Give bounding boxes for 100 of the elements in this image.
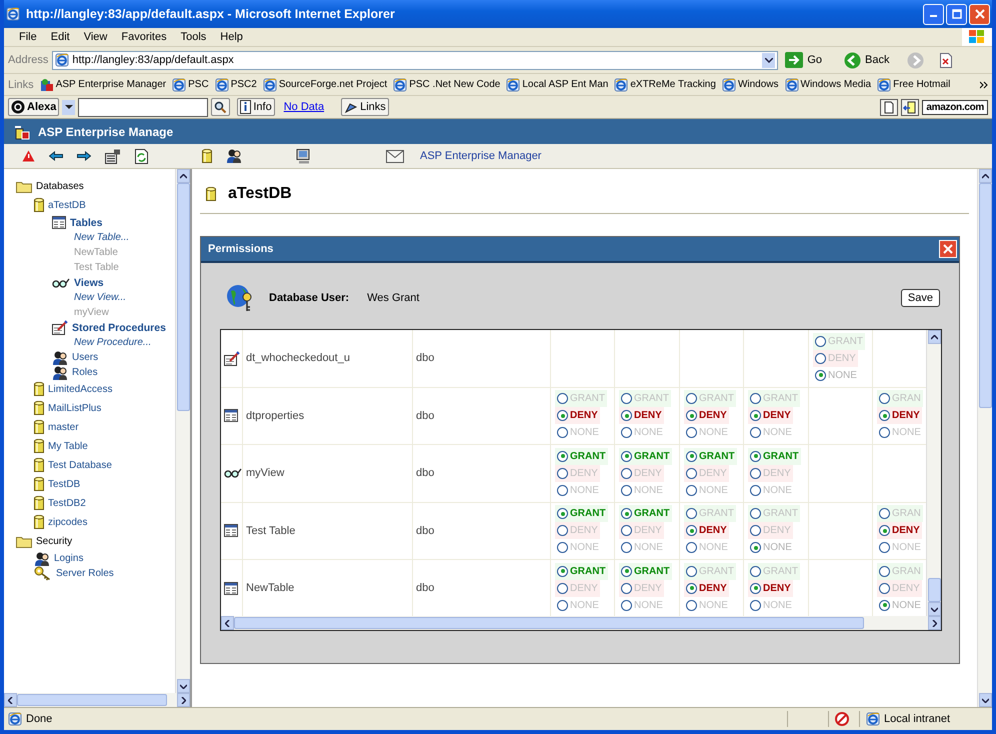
radio-button[interactable] [686,393,697,404]
tree-item[interactable]: TestDB [34,475,175,494]
scrollbar[interactable] [221,616,941,630]
tree-item[interactable]: MailListPlus [34,399,175,418]
scroll-down-button[interactable] [928,602,941,616]
page-icon[interactable] [901,98,920,116]
radio-button[interactable] [557,450,568,462]
radio-button[interactable] [686,566,697,577]
permission-option[interactable]: DENY [684,407,729,424]
radio-button[interactable] [686,427,697,438]
radio-button[interactable] [557,410,568,422]
link-item[interactable]: PSC .Net New Code [393,78,500,92]
permission-option[interactable]: DENY [619,407,664,424]
maximize-button[interactable] [946,4,967,24]
radio-button[interactable] [750,525,761,536]
tree-item[interactable]: Roles [52,365,175,380]
tree-item[interactable]: aTestDB [34,196,175,215]
radio-button[interactable] [750,468,761,479]
menu-item[interactable]: Favorites [114,31,174,43]
radio-button[interactable] [621,410,632,422]
radio-button[interactable] [879,393,890,404]
back-arrow-icon[interactable] [49,151,63,161]
radio-button[interactable] [879,542,890,554]
tree-item[interactable]: zipcodes [34,513,175,532]
radio-button[interactable] [879,582,890,594]
tree-item[interactable]: Logins [34,551,175,566]
radio-button[interactable] [750,393,761,404]
radio-button[interactable] [686,450,697,462]
radio-button[interactable] [686,508,697,520]
radio-button[interactable] [686,542,697,554]
close-button[interactable] [939,240,957,258]
search-field[interactable] [78,98,208,116]
radio-button[interactable] [879,566,890,577]
permission-option[interactable]: DENY [684,522,729,540]
radio-button[interactable] [879,600,890,611]
radio-button[interactable] [815,370,826,381]
tree-item[interactable]: My Table [34,437,175,456]
radio-button[interactable] [686,525,697,536]
radio-button[interactable] [557,508,568,520]
permission-option[interactable]: GRANT [619,505,672,522]
tree-item[interactable]: Stored Procedures [52,320,175,335]
radio-button[interactable] [750,566,761,577]
radio-button[interactable] [621,542,632,554]
scroll-up-button[interactable] [176,169,190,183]
radio-button[interactable] [750,542,761,554]
radio-button[interactable] [621,484,632,496]
no-data-link[interactable]: No Data [278,101,330,113]
scroll-left-button[interactable] [4,693,17,707]
amazon-logo[interactable]: amazon.com [922,100,988,114]
radio-button[interactable] [557,427,568,438]
radio-button[interactable] [750,508,761,520]
scroll-left-button[interactable] [221,616,234,630]
permission-option[interactable]: GRANT [619,562,672,580]
radio-button[interactable] [750,427,761,438]
menu-item[interactable]: File [12,31,44,43]
scroll-up-button[interactable] [928,330,941,344]
scroll-thumb[interactable] [234,617,864,629]
tree-item[interactable]: Server Roles [34,566,175,581]
tree-item[interactable]: Users [52,350,175,365]
scroll-up-button[interactable] [978,169,992,183]
permission-option[interactable]: DENY [877,522,922,540]
tree-item[interactable]: Views [52,275,175,290]
radio-button[interactable] [621,600,632,611]
scroll-right-button[interactable] [177,693,190,707]
tree-item[interactable]: New View... [52,290,175,305]
link-item[interactable]: SourceForge.net Project [262,78,388,92]
radio-button[interactable] [557,542,568,554]
radio-button[interactable] [557,582,568,594]
minimize-button[interactable] [923,4,944,24]
scroll-right-button[interactable] [928,616,941,630]
radio-button[interactable] [686,410,697,422]
radio-button[interactable] [750,600,761,611]
radio-button[interactable] [557,525,568,536]
forward-arrow-icon[interactable] [77,151,91,161]
radio-button[interactable] [879,410,890,422]
radio-button[interactable] [557,393,568,404]
app-link[interactable]: ASP Enterprise Manager [386,150,542,162]
radio-button[interactable] [815,352,826,364]
radio-button[interactable] [686,582,697,594]
refresh-icon[interactable] [135,148,148,164]
menu-item[interactable]: Edit [44,31,77,43]
stop-icon[interactable] [940,52,952,68]
permission-option[interactable]: GRANT [555,562,608,580]
scroll-thumb[interactable] [176,183,190,411]
radio-button[interactable] [557,484,568,496]
radio-button[interactable] [686,484,697,496]
link-item[interactable]: Windows [722,78,779,92]
radio-button[interactable] [879,525,890,536]
permission-option[interactable]: DENY [748,580,793,597]
tree-item[interactable]: New Procedure... [52,335,175,350]
menu-item[interactable]: Tools [174,31,214,43]
tree-item[interactable]: TestDB2 [34,494,175,513]
permission-option[interactable]: GRANT [748,448,801,465]
save-button[interactable]: Save [900,289,940,307]
permission-option[interactable]: DENY [748,407,793,424]
info-button[interactable]: Info [237,98,275,116]
permission-option[interactable]: DENY [877,407,922,424]
tree-item[interactable]: LimitedAccess [34,380,175,399]
scrollbar[interactable] [977,169,992,707]
radio-button[interactable] [621,427,632,438]
